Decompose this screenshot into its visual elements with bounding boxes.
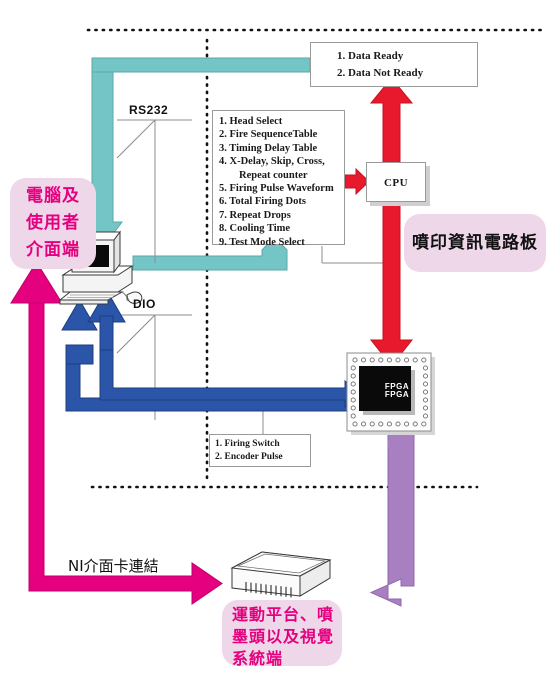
param-item-4: 4. X-Delay, Skip, Cross, xyxy=(219,156,325,168)
diagram-canvas: .tealfill{fill:#74c6c6;stroke:#5aa8a8;st… xyxy=(0,0,550,674)
param-item-8: 8. Cooling Time xyxy=(219,223,291,235)
param-item-9: 9. Test Mode Select xyxy=(219,236,305,248)
teal-bar-top xyxy=(91,57,311,73)
param-item-1: 1. Head Select xyxy=(219,116,283,127)
zone-label-board: 噴印資訊電路板 xyxy=(404,214,546,272)
param-item-2: 2. Fire SequenceTable xyxy=(219,129,318,141)
firing-signals-box: 1. Firing Switch 2. Encoder Pulse xyxy=(209,434,311,467)
firing-item-2: 2. Encoder Pulse xyxy=(215,452,283,462)
rs232-label: RS232 xyxy=(129,103,169,117)
param-item-4-cont: Repeat counter xyxy=(239,169,308,181)
zone-label-host: 電腦及 使用者 介面端 xyxy=(10,178,96,269)
ni-link-label: NI介面卡連結 xyxy=(68,557,159,575)
cpu-box: CPU xyxy=(366,162,426,202)
data-ready-item-2: 2. Data Not Ready xyxy=(337,67,424,79)
fpga-label-line-2: FPGA xyxy=(384,390,410,399)
zone-label-stage: 運動平台、噴 墨頭以及視覺 系統端 xyxy=(222,600,342,668)
purple-arrow xyxy=(369,433,415,607)
blue-arrow-inner xyxy=(87,289,361,409)
param-item-7: 7. Repeat Drops xyxy=(219,209,291,221)
param-item-3: 3. Timing Delay Table xyxy=(219,142,318,154)
zone-host-line-1: 電腦及 xyxy=(26,186,80,206)
fpga-chip-label: FPGA FPGA xyxy=(375,383,419,399)
zone-host-line-2: 使用者 xyxy=(26,213,80,233)
data-ready-item-1: 1. Data Ready xyxy=(337,50,404,62)
parameter-list-box: 1. Head Select 2. Fire SequenceTable 3. … xyxy=(212,110,345,248)
zone-host-line-3: 介面端 xyxy=(26,240,80,260)
firing-item-1: 1. Firing Switch xyxy=(215,439,280,449)
zone-stage-line-2: 墨頭以及視覺 xyxy=(232,627,335,646)
purple-stub xyxy=(388,441,397,449)
dio-label: DIO xyxy=(133,297,156,311)
param-item-6: 6. Total Firing Dots xyxy=(219,196,306,208)
rs232-connector xyxy=(116,119,192,263)
zone-stage-line-1: 運動平台、噴 xyxy=(232,605,335,624)
zone-stage-line-3: 系統端 xyxy=(232,649,284,668)
motion-stage-icon xyxy=(230,551,332,598)
data-ready-box: 1. Data Ready 2. Data Not Ready xyxy=(310,42,478,87)
param-to-board-line xyxy=(321,246,392,267)
param-item-5: 5. Firing Pulse Waveform xyxy=(219,183,334,195)
